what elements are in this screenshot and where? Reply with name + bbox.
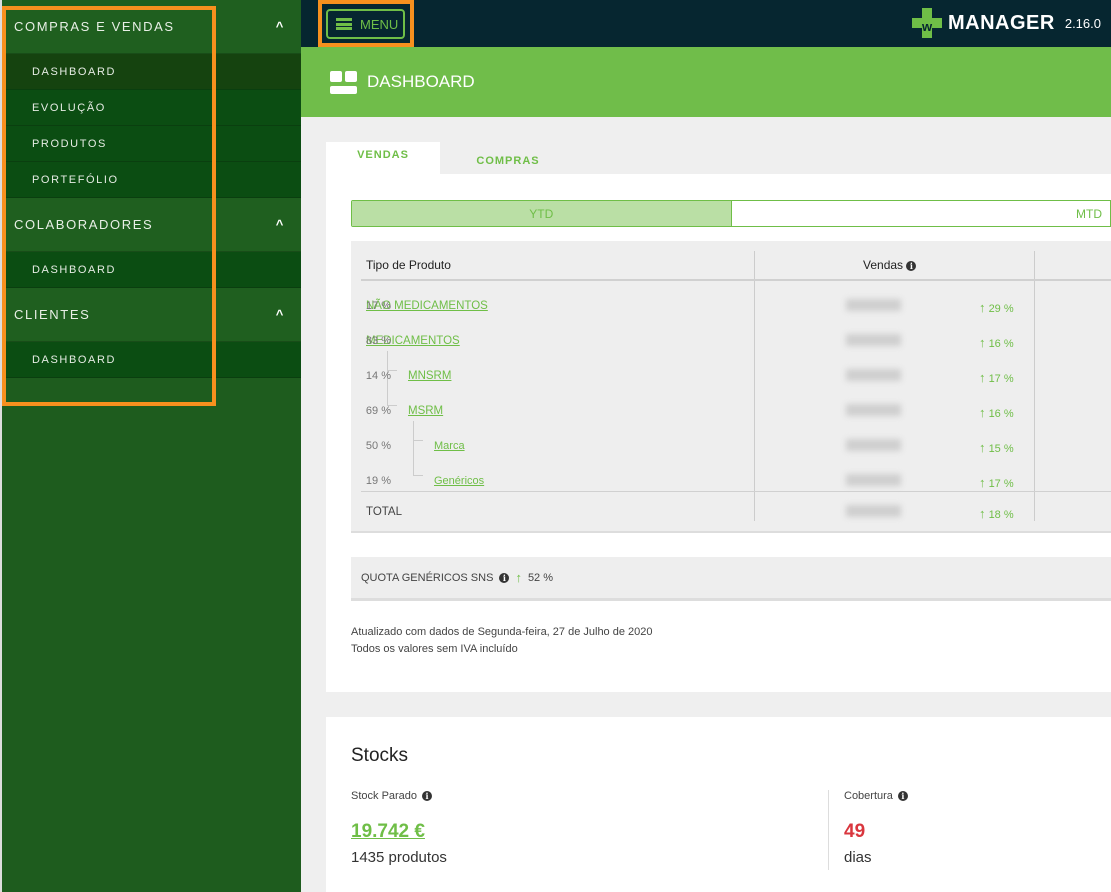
sidebar-item-colaboradores-dashboard[interactable]: DASHBOARD — [2, 252, 301, 288]
sidebar-section-compras-e-vendas[interactable]: COMPRAS E VENDAS ^ — [2, 0, 301, 54]
arrow-up-icon: ↑ — [979, 370, 986, 385]
toggle-ytd[interactable]: YTD — [352, 201, 732, 226]
page-header: DASHBOARD — [301, 47, 1111, 117]
sidebar-section-colaboradores[interactable]: COLABORADORES ^ — [2, 198, 301, 252]
divider — [828, 790, 829, 870]
blurred-value — [846, 334, 901, 346]
column-header-type: Tipo de Produto — [366, 258, 451, 272]
stock-parado-value[interactable]: 19.742 € — [351, 821, 425, 843]
table-row: NÃO MEDICAMENTOS 17 % ↑ 29 % — [365, 299, 1014, 315]
toggle-mtd[interactable]: MTD — [732, 201, 1111, 226]
sidebar-item-portefolio[interactable]: PORTEFÓLIO — [2, 162, 301, 198]
blurred-value — [846, 404, 901, 416]
arrow-up-icon: ↑ — [979, 440, 986, 455]
stocks-card: Stocks Stock Parado i 19.742 € 1435 produ… — [326, 717, 1111, 892]
top-bar: MENU w MANAGER 2.16.0 — [301, 0, 1111, 47]
row-link[interactable]: Marca — [434, 440, 465, 452]
arrow-up-icon: ↑ — [515, 570, 522, 585]
row-link[interactable]: MSRM — [408, 405, 443, 417]
arrow-up-icon: ↑ — [979, 405, 986, 420]
sales-table: Tipo de Produto Vendas i NÃO MEDICAMENTO… — [351, 241, 1111, 533]
menu-button[interactable]: MENU — [326, 9, 405, 39]
sales-card: YTD MTD Tipo de Produto Vendas i NÃO MED… — [326, 174, 1111, 692]
table-row: Genéricos 19 % ↑ 17 % — [365, 474, 1014, 490]
row-link[interactable]: Genéricos — [434, 475, 484, 487]
table-total-row: TOTAL ↑ 18 % — [366, 505, 1014, 521]
table-row: MEDICAMENTOS 83 % ↑ 16 % — [365, 334, 1014, 350]
blurred-value — [846, 505, 901, 517]
arrow-up-icon: ↑ — [979, 335, 986, 350]
svg-text:w: w — [921, 19, 933, 34]
column-header-sales: Vendas i — [863, 258, 917, 272]
page-title: DASHBOARD — [367, 72, 475, 91]
logo-cross-icon: w — [912, 8, 942, 38]
table-row: Marca 50 % ↑ 15 % — [365, 439, 1014, 455]
logo: w MANAGER 2.16.0 — [912, 8, 1101, 38]
sidebar: COMPRAS E VENDAS ^ DASHBOARD EVOLUÇÃO PRO… — [0, 0, 301, 892]
hamburger-icon — [336, 18, 352, 30]
blurred-value — [846, 299, 901, 311]
tab-compras[interactable]: COMPRAS — [440, 142, 576, 174]
chevron-up-icon: ^ — [275, 19, 285, 34]
blurred-value — [846, 369, 901, 381]
arrow-up-icon: ↑ — [979, 300, 986, 315]
sidebar-section-clientes[interactable]: CLIENTES ^ — [2, 288, 301, 342]
table-row: MSRM 69 % ↑ 16 % — [365, 404, 1014, 420]
arrow-up-icon: ↑ — [979, 506, 986, 521]
sidebar-item-dashboard[interactable]: DASHBOARD — [2, 54, 301, 90]
arrow-up-icon: ↑ — [979, 475, 986, 490]
chevron-up-icon: ^ — [275, 307, 285, 322]
section-title: Stocks — [351, 745, 409, 766]
blurred-value — [846, 474, 901, 486]
table-row: MNSRM 14 % ↑ 17 % — [365, 369, 1014, 385]
info-icon[interactable]: i — [897, 791, 908, 801]
blurred-value — [846, 439, 901, 451]
row-link[interactable]: MNSRM — [408, 370, 451, 382]
info-icon: i — [906, 261, 917, 271]
update-notes: Atualizado com dados de Segunda-feira, 2… — [351, 626, 653, 655]
dashboard-icon — [330, 70, 357, 94]
chevron-up-icon: ^ — [275, 217, 285, 232]
quota-genericos: QUOTA GENÉRICOS SNS i ↑ 52 % — [351, 557, 1111, 601]
tab-vendas[interactable]: VENDAS — [326, 142, 440, 174]
cobertura-value: 49 — [844, 821, 866, 842]
sidebar-item-produtos[interactable]: PRODUTOS — [2, 126, 301, 162]
sidebar-item-clientes-dashboard[interactable]: DASHBOARD — [2, 342, 301, 378]
sidebar-item-evolucao[interactable]: EVOLUÇÃO — [2, 90, 301, 126]
period-toggle: YTD MTD — [351, 200, 1111, 227]
info-icon[interactable]: i — [422, 791, 433, 801]
info-icon[interactable]: i — [499, 572, 510, 583]
tabs: VENDAS COMPRAS — [326, 142, 576, 174]
